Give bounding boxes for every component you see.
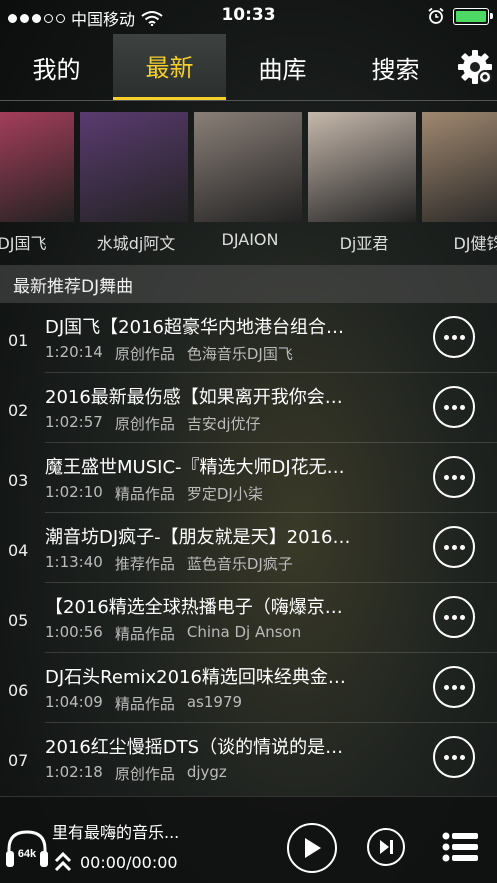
more-options-button[interactable] (433, 316, 475, 358)
tab-mine[interactable]: 我的 (0, 34, 113, 100)
artist-card[interactable]: DJ健钧 (422, 112, 497, 254)
song-meta: 1:13:40 推荐作品 蓝色音乐DJ疯子 (45, 553, 293, 574)
song-duration: 1:02:18 (45, 763, 103, 781)
artist-name: Dj亚君 (339, 234, 389, 253)
song-duration: 1:04:09 (45, 693, 103, 711)
song-row[interactable]: 05 【2016精选全球热播电子（嗨爆京… 1:00:56 精品作品 China… (0, 583, 497, 653)
song-number: 06 (8, 681, 29, 700)
artist-avatar (80, 112, 188, 222)
song-duration: 1:00:56 (45, 623, 103, 641)
artist-card[interactable]: 水城dj阿文 (80, 112, 192, 254)
artist-avatar (422, 112, 497, 222)
more-options-button[interactable] (433, 456, 475, 498)
more-options-button[interactable] (433, 386, 475, 428)
artist-avatar (0, 112, 74, 222)
song-meta: 1:02:57 原创作品 吉安dj优仔 (45, 413, 261, 434)
more-options-button[interactable] (433, 666, 475, 708)
artist-card[interactable]: DJ国飞 (0, 112, 78, 254)
status-right (427, 7, 493, 25)
playback-time: 00:00/00:00 (80, 853, 178, 872)
status-bar: 中国移动 10:33 (0, 0, 497, 34)
clock: 10:33 (221, 5, 276, 25)
more-options-button[interactable] (433, 596, 475, 638)
song-category: 精品作品 (114, 625, 175, 643)
tab-library[interactable]: 曲库 (226, 34, 339, 100)
song-duration: 1:02:57 (45, 413, 103, 431)
tab-divider (0, 100, 497, 101)
song-author: China Dj Anson (186, 623, 302, 641)
song-author: djygz (186, 763, 227, 781)
song-meta: 1:20:14 原创作品 色海音乐DJ国飞 (45, 343, 293, 364)
next-button[interactable] (367, 828, 405, 866)
song-meta: 1:04:09 精品作品 as1979 (45, 693, 242, 714)
settings-button[interactable] (452, 34, 497, 100)
song-author: 色海音乐DJ国飞 (186, 345, 293, 363)
mini-player: 64k 里有最嗨的音乐... 00:00/00:00 (0, 796, 497, 883)
song-row[interactable]: 04 潮音坊DJ疯子-【朋友就是天】2016… 1:13:40 推荐作品 蓝色音… (0, 513, 497, 583)
artist-name: 水城dj阿文 (96, 234, 176, 253)
song-title: 潮音坊DJ疯子-【朋友就是天】2016… (45, 527, 351, 548)
expand-up-icon[interactable] (54, 851, 72, 873)
artist-name: DJAION (221, 230, 279, 249)
song-meta: 1:02:10 精品作品 罗定DJ小柒 (45, 483, 263, 504)
song-number: 07 (8, 751, 29, 770)
alarm-icon (428, 7, 444, 24)
song-author: 罗定DJ小柒 (186, 485, 263, 503)
song-title: 2016红尘慢摇DTS（谈的情说的是… (45, 737, 344, 758)
song-row[interactable]: 03 魔王盛世MUSIC-『精选大师DJ花无… 1:02:10 精品作品 罗定D… (0, 443, 497, 513)
song-list: 01 DJ国飞【2016超豪华内地港台组合… 1:20:14 原创作品 色海音乐… (0, 303, 497, 793)
headphones-icon[interactable]: 64k (4, 827, 50, 871)
more-options-button[interactable] (433, 526, 475, 568)
song-duration: 1:02:10 (45, 483, 103, 501)
tab-search[interactable]: 搜索 (339, 34, 452, 100)
play-icon (305, 838, 321, 858)
song-title: 2016最新最伤感【如果离开我你会… (45, 387, 343, 408)
song-row[interactable]: 02 2016最新最伤感【如果离开我你会… 1:02:57 原创作品 吉安dj优… (0, 373, 497, 443)
song-title: DJ石头Remix2016精选回味经典金… (45, 667, 346, 688)
song-category: 推荐作品 (114, 555, 175, 573)
song-duration: 1:13:40 (45, 553, 103, 571)
song-author: 吉安dj优仔 (186, 415, 261, 433)
song-row[interactable]: 07 2016红尘慢摇DTS（谈的情说的是… 1:02:18 原创作品 djyg… (0, 723, 497, 793)
song-meta: 1:00:56 精品作品 China Dj Anson (45, 623, 301, 644)
song-title: 【2016精选全球热播电子（嗨爆京… (45, 597, 343, 618)
skip-next-icon (380, 840, 393, 854)
song-number: 05 (8, 611, 29, 630)
song-row[interactable]: 06 DJ石头Remix2016精选回味经典金… 1:04:09 精品作品 as… (0, 653, 497, 723)
song-row[interactable]: 01 DJ国飞【2016超豪华内地港台组合… 1:20:14 原创作品 色海音乐… (0, 303, 497, 373)
song-category: 原创作品 (114, 415, 175, 433)
artist-carousel[interactable]: DJ国飞 水城dj阿文 DJAION Dj亚君 DJ健钧 (0, 112, 497, 257)
song-number: 04 (8, 541, 29, 560)
song-author: 蓝色音乐DJ疯子 (186, 555, 293, 573)
song-author: as1979 (186, 693, 243, 711)
battery-icon (453, 7, 493, 25)
artist-card[interactable]: DJAION (194, 112, 306, 249)
song-number: 02 (8, 401, 29, 420)
artist-name: DJ健钧 (453, 234, 497, 253)
song-duration: 1:20:14 (45, 343, 103, 361)
song-category: 原创作品 (114, 765, 175, 783)
artist-card[interactable]: Dj亚君 (308, 112, 420, 254)
song-number: 03 (8, 471, 29, 490)
song-title: 魔王盛世MUSIC-『精选大师DJ花无… (45, 457, 345, 478)
song-category: 精品作品 (114, 485, 175, 503)
more-options-button[interactable] (433, 736, 475, 778)
play-button[interactable] (287, 823, 337, 873)
tab-latest[interactable]: 最新 (113, 34, 226, 100)
song-category: 精品作品 (114, 695, 175, 713)
section-header: 最新推荐DJ舞曲 (0, 265, 497, 303)
song-number: 01 (8, 331, 29, 350)
artist-avatar (194, 112, 302, 222)
song-title: DJ国飞【2016超豪华内地港台组合… (45, 317, 344, 338)
song-meta: 1:02:18 原创作品 djygz (45, 763, 227, 784)
playlist-icon[interactable] (442, 831, 478, 863)
song-category: 原创作品 (114, 345, 175, 363)
gear-icon (457, 50, 492, 84)
bitrate-label: 64k (18, 848, 37, 860)
artist-name: DJ国飞 (0, 234, 47, 253)
artist-avatar (308, 112, 416, 222)
top-tab-bar: 我的 最新 曲库 搜索 (0, 34, 497, 100)
now-playing-title: 里有最嗨的音乐... (52, 823, 180, 842)
